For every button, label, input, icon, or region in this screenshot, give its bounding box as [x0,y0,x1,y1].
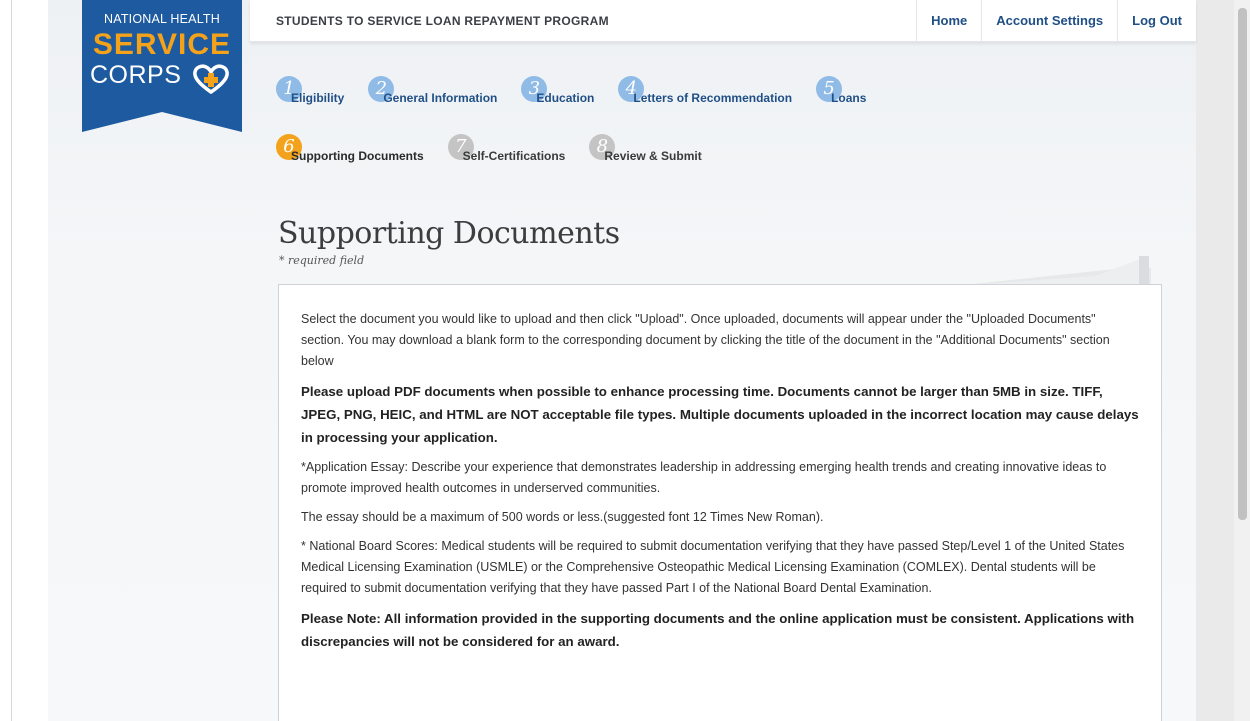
page-title: Supporting Documents [278,216,620,251]
national-board-scores-instructions: * National Board Scores: Medical student… [301,539,1125,595]
logo-text-corps: CORPS [90,61,182,89]
heart-plus-icon [193,64,229,94]
nhsc-logo[interactable]: NATIONAL HEALTH SERVICE CORPS [82,0,242,132]
step-label: Self-Certifications [462,149,566,163]
logo-text-national-health: NATIONAL HEALTH [104,12,220,26]
top-nav: Home Account Settings Log Out [916,0,1196,42]
step-nav-row-1: 1 Eligibility 2 General Information 3 Ed… [276,76,890,106]
scrollbar-thumb[interactable] [1238,8,1247,520]
step-label: Review & Submit [604,149,702,163]
nav-account-settings-link[interactable]: Account Settings [981,0,1117,42]
step-self-certifications[interactable]: 7 Self-Certifications [447,134,566,164]
instructions-panel: Select the document you would like to up… [278,284,1162,721]
nav-home-link[interactable]: Home [916,0,981,42]
required-field-note: * required field [279,254,365,267]
nav-log-out-link[interactable]: Log Out [1117,0,1196,42]
header-bar: STUDENTS TO SERVICE LOAN REPAYMENT PROGR… [250,0,1196,42]
step-label: Loans [831,91,867,105]
step-education[interactable]: 3 Education [521,76,595,106]
step-label: Education [536,91,595,105]
step-review-and-submit[interactable]: 8 Review & Submit [589,134,702,164]
upload-instructions-text: Select the document you would like to up… [301,312,1110,368]
application-essay-instructions: *Application Essay: Describe your experi… [301,460,1107,495]
step-label: Eligibility [291,91,345,105]
step-eligibility[interactable]: 1 Eligibility [276,76,345,106]
program-title: STUDENTS TO SERVICE LOAN REPAYMENT PROGR… [276,14,609,28]
step-loans[interactable]: 5 Loans [816,76,867,106]
pdf-upload-notice: Please upload PDF documents when possibl… [301,384,1139,445]
logo-text-service: SERVICE [92,28,232,61]
step-label: Letters of Recommendation [633,91,793,105]
page-right-gutter [1196,0,1234,721]
consistency-notice: Please Note: All information provided in… [301,611,1135,649]
step-label: Supporting Documents [291,149,424,163]
step-supporting-documents[interactable]: 6 Supporting Documents [276,134,424,164]
step-label: General Information [383,91,498,105]
essay-length-note: The essay should be a maximum of 500 wor… [301,510,824,524]
step-letters-of-recommendation[interactable]: 4 Letters of Recommendation [618,76,793,106]
paper-stack-decoration [925,256,1151,288]
step-general-information[interactable]: 2 General Information [368,76,498,106]
step-nav-row-2: 6 Supporting Documents 7 Self-Certificat… [276,134,726,164]
browser-left-panel [0,0,12,721]
